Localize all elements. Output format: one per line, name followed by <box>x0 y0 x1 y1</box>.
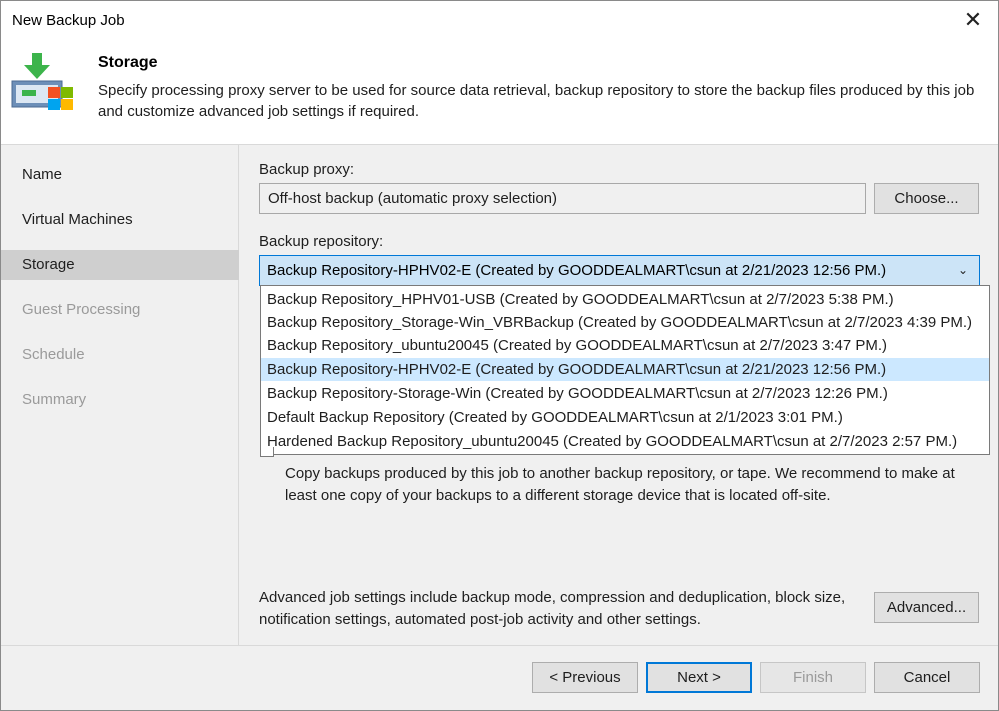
new-backup-job-dialog: New Backup Job ✕ Storage Specify process… <box>0 0 999 711</box>
advanced-button[interactable]: Advanced... <box>874 592 979 623</box>
backup-repository-select[interactable]: Backup Repository-HPHV02-E (Created by G… <box>259 255 980 286</box>
veeam-backup-job-icon <box>11 53 73 110</box>
sidebar-item-virtual-machines[interactable]: Virtual Machines <box>1 205 239 235</box>
title-bar: New Backup Job ✕ <box>1 1 998 41</box>
repository-option-selected[interactable]: Backup Repository-HPHV02-E (Created by G… <box>261 358 989 381</box>
repository-option[interactable]: Backup Repository-Storage-Win (Created b… <box>261 382 989 405</box>
backup-proxy-field: Off-host backup (automatic proxy selecti… <box>259 183 866 214</box>
secondary-copy-description: Copy backups produced by this job to ano… <box>285 465 955 504</box>
backup-repository-label: Backup repository: <box>259 233 384 250</box>
cancel-button[interactable]: Cancel <box>874 662 980 693</box>
sidebar-item-schedule: Schedule <box>22 346 85 363</box>
backup-repository-dropdown-list: Backup Repository_HPHV01-USB (Created by… <box>260 285 990 455</box>
secondary-copy-checkbox[interactable] <box>260 447 274 457</box>
page-title: Storage <box>98 54 158 71</box>
chevron-down-icon[interactable]: ⌄ <box>955 256 971 285</box>
choose-proxy-button[interactable]: Choose... <box>874 183 979 214</box>
sidebar-item-storage[interactable]: Storage <box>1 250 239 280</box>
backup-proxy-label: Backup proxy: <box>259 161 355 178</box>
window-title: New Backup Job <box>12 12 125 29</box>
sidebar-item-name[interactable]: Name <box>1 160 239 190</box>
advanced-settings-description: Advanced job settings include backup mod… <box>259 589 846 628</box>
repository-option[interactable]: Backup Repository_ubuntu20045 (Created b… <box>261 334 989 357</box>
backup-repository-selected-value: Backup Repository-HPHV02-E (Created by G… <box>267 262 887 279</box>
page-description: Specify processing proxy server to be us… <box>98 82 975 120</box>
repository-option[interactable]: Backup Repository_HPHV01-USB (Created by… <box>261 288 989 311</box>
wizard-steps-sidebar: Name Virtual Machines Storage Guest Proc… <box>1 145 239 645</box>
next-button[interactable]: Next > <box>646 662 752 693</box>
sidebar-item-guest-processing: Guest Processing <box>22 301 141 318</box>
repository-option[interactable]: Hardened Backup Repository_ubuntu20045 (… <box>261 430 989 453</box>
repository-option[interactable]: Default Backup Repository (Created by GO… <box>261 406 989 429</box>
previous-button[interactable]: < Previous <box>532 662 638 693</box>
close-icon[interactable]: ✕ <box>960 7 986 33</box>
repository-option[interactable]: Backup Repository_Storage-Win_VBRBackup … <box>261 311 989 334</box>
sidebar-item-summary: Summary <box>22 391 87 408</box>
wizard-header: Storage Specify processing proxy server … <box>1 41 998 145</box>
finish-button: Finish <box>760 662 866 693</box>
footer-divider <box>1 645 998 646</box>
